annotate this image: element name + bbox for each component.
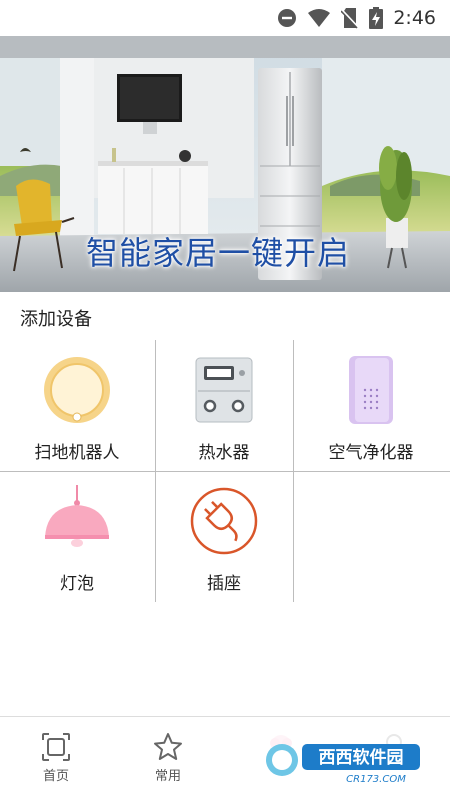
nav-label: 首页: [42, 769, 69, 784]
home-frame-icon: [42, 733, 70, 761]
device-label: 插座: [207, 574, 241, 594]
status-time: 2:46: [393, 7, 436, 29]
device-label: 空气净化器: [328, 443, 414, 463]
device-label: 灯泡: [60, 574, 94, 594]
svg-text:CR173.COM: CR173.COM: [346, 774, 406, 785]
watermark-logo: 西西软件园 CR173.COM: [256, 730, 436, 792]
no-sim-icon: [341, 7, 360, 29]
air-purifier-icon: [335, 354, 407, 426]
lamp-icon: [41, 485, 113, 557]
device-label: 热水器: [198, 443, 250, 463]
star-icon: [154, 733, 182, 760]
device-plug[interactable]: 插座: [149, 471, 299, 601]
status-bar: 2:46: [0, 0, 450, 36]
wifi-icon: [307, 8, 331, 28]
device-water-heater[interactable]: 热水器: [149, 340, 299, 470]
robot-vacuum-icon: [41, 354, 113, 426]
nav-item-home[interactable]: 首页: [0, 731, 112, 791]
promo-banner[interactable]: 智能家居一键开启: [0, 36, 450, 292]
app-screen: 2:46 智能家居一键开启 添加设备 扫地机器人 热水器 空气净化器 灯泡 插座…: [0, 0, 450, 799]
device-lamp[interactable]: 灯泡: [2, 471, 152, 601]
do-not-disturb-icon: [277, 8, 297, 28]
device-air-purifier[interactable]: 空气净化器: [296, 340, 446, 470]
device-grid: 扫地机器人 热水器 空气净化器 灯泡 插座: [0, 340, 450, 602]
svg-text:西西软件园: 西西软件园: [319, 747, 404, 768]
water-heater-icon: [188, 354, 260, 426]
nav-label: 常用: [154, 769, 181, 784]
status-icons: 2:46: [267, 6, 436, 30]
device-robot-vacuum[interactable]: 扫地机器人: [2, 340, 152, 470]
banner-headline: 智能家居一键开启: [86, 234, 351, 272]
battery-charging-icon: [369, 7, 384, 29]
section-title-add-device: 添加设备: [20, 309, 92, 330]
nav-item-frequent[interactable]: 常用: [112, 731, 224, 791]
plug-icon: [188, 485, 260, 557]
device-label: 扫地机器人: [34, 443, 120, 463]
